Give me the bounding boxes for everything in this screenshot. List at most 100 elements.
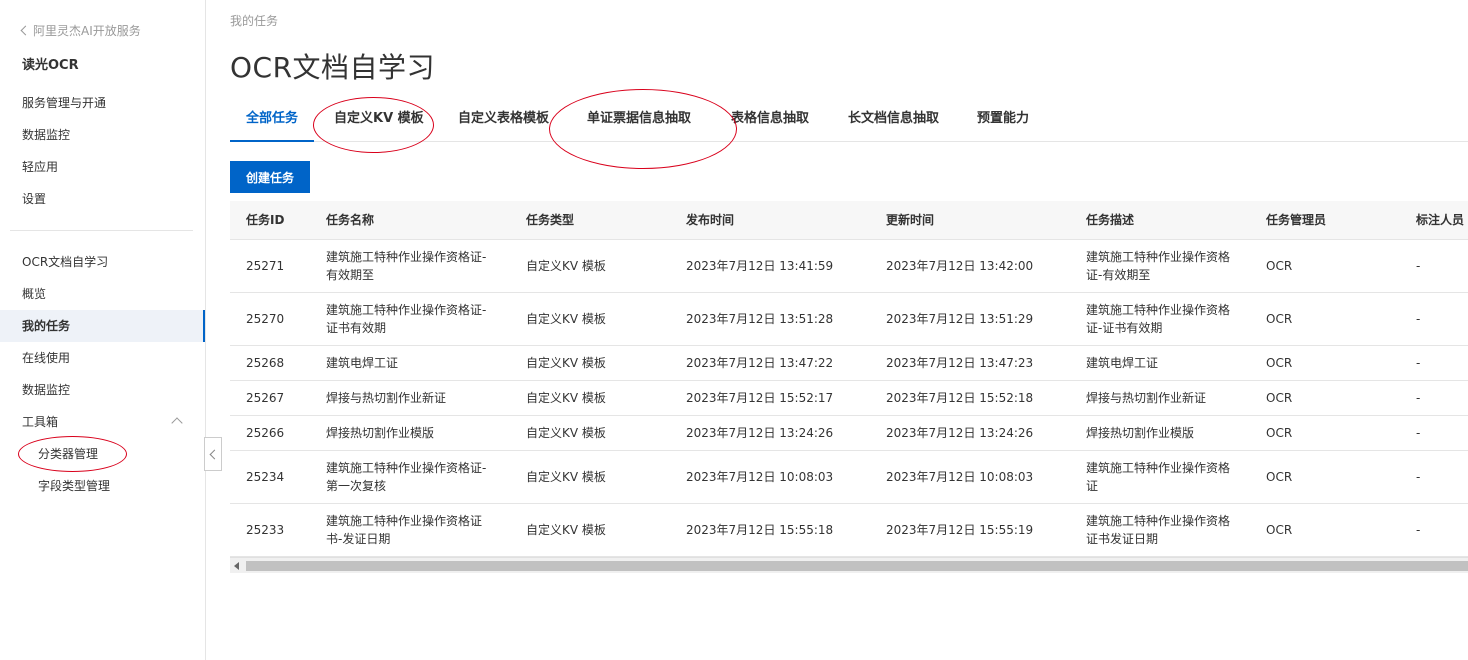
table-cell-text: 25268 xyxy=(246,356,285,370)
table-cell-name: 焊接与热切割作业新证 xyxy=(326,381,446,415)
table-cell-line: 建筑施工特种作业操作资格 xyxy=(1086,303,1231,317)
horizontal-scrollbar[interactable] xyxy=(230,557,1468,573)
table-cell-updated: 2023年7月12日 13:47:23 xyxy=(886,346,1033,380)
sidebar-item-ocr-self-learning[interactable]: OCR文档自学习 xyxy=(0,246,205,278)
tab-bar: 全部任务 自定义KV 模板 自定义表格模板 单证票据信息抽取 表格信息抽取 长文… xyxy=(230,100,1468,142)
column-header-name[interactable]: 任务名称 xyxy=(326,201,374,240)
task-table: 任务ID 任务名称 任务类型 发布时间 更新时间 任务描述 任务管理员 标注人员… xyxy=(230,201,1468,557)
table-cell-desc: 建筑施工特种作业操作资格证 xyxy=(1086,451,1230,503)
back-link-label: 阿里灵杰AI开放服务 xyxy=(33,24,141,38)
table-cell-text: - xyxy=(1416,426,1421,440)
table-cell-line: 证-有效期至 xyxy=(1086,268,1151,282)
table-cell-updated: 2023年7月12日 13:24:26 xyxy=(886,416,1033,450)
table-cell-text: OCR xyxy=(1266,312,1293,326)
table-cell-labeler: - xyxy=(1416,451,1420,503)
tab-table-info-extraction[interactable]: 表格信息抽取 xyxy=(731,100,809,142)
table-cell-text: - xyxy=(1416,259,1421,273)
scroll-left-icon[interactable] xyxy=(234,562,239,570)
table-cell-line: 建筑电焊工证 xyxy=(326,356,399,370)
sidebar-item-online-use[interactable]: 在线使用 xyxy=(0,342,205,374)
table-cell-text: OCR xyxy=(1266,356,1293,370)
table-cell-text: 2023年7月12日 15:55:18 xyxy=(686,523,834,537)
sidebar: 阿里灵杰AI开放服务 读光OCR 服务管理与开通 数据监控 轻应用 设置 OCR… xyxy=(0,0,206,660)
table-row[interactable]: 25270 建筑施工特种作业操作资格证- 证书有效期 自定义KV 模板 2023年7月1… xyxy=(230,293,1468,346)
table-cell-name: 焊接热切割作业模版 xyxy=(326,416,434,450)
sidebar-item-service-management[interactable]: 服务管理与开通 xyxy=(0,87,205,119)
table-cell-line: 有效期至 xyxy=(326,268,375,282)
tab-all-tasks[interactable]: 全部任务 xyxy=(230,100,315,142)
table-row[interactable]: 25267 焊接与热切割作业新证 自定义KV 模板 2023年7月12日 15:52:… xyxy=(230,381,1468,416)
scrollbar-thumb[interactable] xyxy=(246,561,1468,571)
column-header-type[interactable]: 任务类型 xyxy=(526,201,574,240)
column-header-published[interactable]: 发布时间 xyxy=(686,201,734,240)
column-header-updated[interactable]: 更新时间 xyxy=(886,201,934,240)
tab-preset-capabilities[interactable]: 预置能力 xyxy=(977,100,1029,142)
table-cell-published: 2023年7月12日 13:24:26 xyxy=(686,416,833,450)
table-cell-text: OCR xyxy=(1266,391,1293,405)
table-cell-published: 2023年7月12日 13:41:59 xyxy=(686,240,833,292)
table-cell-text: 25270 xyxy=(246,312,285,326)
table-cell-type: 自定义KV 模板 xyxy=(526,451,606,503)
sidebar-item-field-type-management[interactable]: 字段类型管理 xyxy=(0,470,205,502)
sidebar-item-settings[interactable]: 设置 xyxy=(0,183,205,215)
table-row[interactable]: 25271 建筑施工特种作业操作资格证- 有效期至 自定义KV 模板 2023年7月12… xyxy=(230,240,1468,293)
table-row[interactable]: 25266 焊接热切割作业模版 自定义KV 模板 2023年7月12日 13:24:2… xyxy=(230,416,1468,451)
table-cell-text: 2023年7月12日 13:24:26 xyxy=(886,426,1034,440)
sidebar-item-classifier-management[interactable]: 分类器管理 xyxy=(0,438,205,470)
table-cell-admin: OCR xyxy=(1266,451,1292,503)
table-cell-id: 25267 xyxy=(246,381,284,415)
table-cell-line: 建筑电焊工证 xyxy=(1086,356,1159,370)
back-link[interactable]: 阿里灵杰AI开放服务 xyxy=(20,22,141,39)
sidebar-item-light-app[interactable]: 轻应用 xyxy=(0,151,205,183)
column-header-description[interactable]: 任务描述 xyxy=(1086,201,1134,240)
create-task-button[interactable]: 创建任务 xyxy=(230,161,310,193)
tab-custom-kv-template[interactable]: 自定义KV 模板 xyxy=(334,100,424,142)
column-header-admin[interactable]: 任务管理员 xyxy=(1266,201,1326,240)
table-cell-text: - xyxy=(1416,470,1421,484)
sidebar-item-data-monitor[interactable]: 数据监控 xyxy=(0,119,205,151)
table-cell-text: OCR xyxy=(1266,523,1293,537)
table-cell-labeler: - xyxy=(1416,504,1420,556)
table-cell-updated: 2023年7月12日 10:08:03 xyxy=(886,451,1033,503)
table-row[interactable]: 25234 建筑施工特种作业操作资格证- 第一次复核 自定义KV 模板 2023年7月1… xyxy=(230,451,1468,504)
sidebar-item-toolbox[interactable]: 工具箱 xyxy=(0,406,205,438)
table-cell-line: 证 xyxy=(1086,479,1099,493)
table-body: 25271 建筑施工特种作业操作资格证- 有效期至 自定义KV 模板 2023年7月12… xyxy=(230,240,1468,557)
table-cell-labeler: - xyxy=(1416,293,1420,345)
table-cell-line: 证-证书有效期 xyxy=(1086,321,1163,335)
table-cell-id: 25234 xyxy=(246,451,284,503)
table-cell-name: 建筑电焊工证 xyxy=(326,346,398,380)
table-cell-text: 25271 xyxy=(246,259,285,273)
sidebar-item-overview[interactable]: 概览 xyxy=(0,278,205,310)
table-cell-labeler: - xyxy=(1416,240,1420,292)
table-cell-admin: OCR xyxy=(1266,416,1292,450)
table-cell-admin: OCR xyxy=(1266,293,1292,345)
table-cell-type: 自定义KV 模板 xyxy=(526,293,606,345)
table-cell-updated: 2023年7月12日 15:55:19 xyxy=(886,504,1033,556)
table-row[interactable]: 25233 建筑施工特种作业操作资格证 书-发证日期 自定义KV 模板 2023年7月1… xyxy=(230,504,1468,557)
table-cell-name: 建筑施工特种作业操作资格证- 证书有效期 xyxy=(326,293,486,345)
tab-long-document-extraction[interactable]: 长文档信息抽取 xyxy=(848,100,939,142)
sidebar-item-data-monitor-2[interactable]: 数据监控 xyxy=(0,374,205,406)
table-cell-name: 建筑施工特种作业操作资格证- 第一次复核 xyxy=(326,451,486,503)
table-cell-admin: OCR xyxy=(1266,504,1292,556)
chevron-left-icon xyxy=(20,25,31,36)
table-cell-text: 自定义KV 模板 xyxy=(526,470,606,484)
table-cell-text: 2023年7月12日 13:24:26 xyxy=(686,426,834,440)
breadcrumb[interactable]: 我的任务 xyxy=(230,12,278,29)
column-header-id[interactable]: 任务ID xyxy=(246,201,284,240)
table-cell-name: 建筑施工特种作业操作资格证- 有效期至 xyxy=(326,240,486,292)
tab-document-info-extraction[interactable]: 单证票据信息抽取 xyxy=(587,100,691,142)
table-cell-line: 焊接与热切割作业新证 xyxy=(326,391,447,405)
tab-custom-table-template[interactable]: 自定义表格模板 xyxy=(458,100,549,142)
chevron-left-icon xyxy=(209,449,220,460)
product-name: 读光OCR xyxy=(22,58,79,73)
table-cell-line: 证书有效期 xyxy=(326,321,387,335)
sidebar-item-my-tasks[interactable]: 我的任务 xyxy=(0,310,205,342)
sidebar-collapse-button[interactable] xyxy=(204,437,222,471)
table-cell-published: 2023年7月12日 15:52:17 xyxy=(686,381,833,415)
table-cell-id: 25270 xyxy=(246,293,284,345)
table-row[interactable]: 25268 建筑电焊工证 自定义KV 模板 2023年7月12日 13:47:22 20… xyxy=(230,346,1468,381)
table-cell-labeler: - xyxy=(1416,416,1420,450)
column-header-labeler[interactable]: 标注人员 xyxy=(1416,201,1464,240)
